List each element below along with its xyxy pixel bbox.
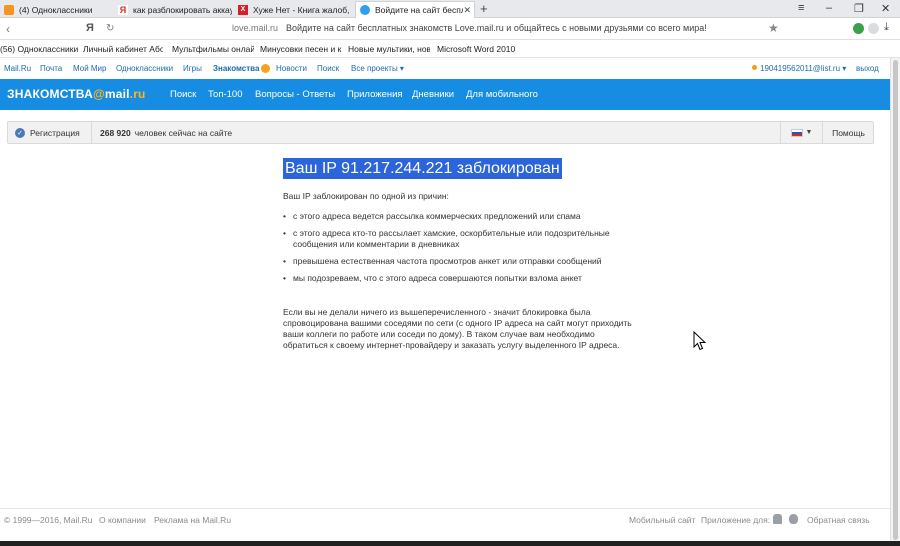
new-tab-button[interactable]: + xyxy=(480,1,488,16)
page-scrollbar[interactable] xyxy=(890,58,900,546)
site-logo[interactable]: ЗНАКОМСТВА@mail.ru xyxy=(7,87,146,101)
tab-title: как разблокировать аккаунт xyxy=(133,4,232,15)
x-red-icon: X xyxy=(238,4,248,15)
registration-button[interactable]: ✓ Регистрация xyxy=(8,122,92,143)
mouse-cursor-icon xyxy=(693,331,707,351)
menu-apps[interactable]: Приложения xyxy=(347,89,403,100)
browser-window: (4) Одноклассники Я как разблокировать а… xyxy=(0,0,900,546)
online-text: человек сейчас на сайте xyxy=(134,128,233,138)
nav-my-world[interactable]: Мой Мир xyxy=(73,64,106,73)
nav-news[interactable]: Новости xyxy=(276,64,307,73)
menu-search[interactable]: Поиск xyxy=(170,89,196,100)
bookmark-item[interactable]: Минусовки песен и к xyxy=(260,44,342,54)
explanation-paragraph: Если вы не делали ничего из вышеперечисл… xyxy=(283,307,632,350)
mailru-portal-nav: Mail.Ru Почта Мой Мир Одноклассники Игры… xyxy=(0,60,890,77)
bookmark-item[interactable]: Мультфильмы онлайн xyxy=(172,44,254,54)
logo-domain: .ru xyxy=(129,87,146,101)
apple-icon[interactable] xyxy=(789,514,798,525)
tab-huzhe-net[interactable]: X Хуже Нет - Книга жалоб, Отзы xyxy=(234,1,352,18)
bookmark-item[interactable]: Новые мультики, нов xyxy=(348,44,430,54)
url-host: love.mail.ru xyxy=(232,23,279,33)
nav-search[interactable]: Поиск xyxy=(317,64,339,73)
back-icon[interactable]: ‹ xyxy=(6,22,10,36)
android-icon[interactable] xyxy=(773,514,782,525)
tab-title: Войдите на сайт бесплатных з xyxy=(375,5,463,15)
user-account[interactable]: 190419562011@list.ru ▾ xyxy=(752,64,846,73)
mailru-icon xyxy=(360,5,370,15)
language-selector[interactable]: ▼ xyxy=(780,122,822,143)
logo-at: @ xyxy=(92,87,105,101)
download-icon[interactable]: ⤓ xyxy=(884,21,889,34)
logo-text: ЗНАКОМСТВА xyxy=(7,87,93,101)
menu-diaries[interactable]: Дневники xyxy=(412,89,454,100)
feedback-link[interactable]: Обратная связь xyxy=(807,515,870,525)
menu-icon[interactable]: ≡ xyxy=(798,2,804,14)
logout-link[interactable]: выход xyxy=(856,64,879,73)
checkmark-icon: ✓ xyxy=(15,127,25,138)
yandex-icon: Я xyxy=(118,4,128,15)
minimize-icon[interactable]: – xyxy=(826,2,832,14)
list-item: мы подозреваем, что с этого адреса совер… xyxy=(283,273,643,284)
status-dot-icon xyxy=(752,65,757,70)
reload-icon[interactable]: ↻ xyxy=(106,23,114,34)
ok-icon xyxy=(4,4,14,15)
blocked-message: Ваш IP 91.217.244.221 заблокирован Ваш I… xyxy=(283,158,643,351)
list-item: с этого адреса ведется рассылка коммерче… xyxy=(283,211,643,222)
help-button[interactable]: Помощь xyxy=(822,122,874,143)
russian-flag-icon xyxy=(790,128,803,137)
scrollbar-thumb[interactable] xyxy=(893,60,898,540)
close-tab-icon[interactable]: ✕ xyxy=(463,5,471,16)
online-counter: 268 920 человек сейчас на сайте xyxy=(100,128,232,138)
url-page-title: Войдите на сайт бесплатных знакомств Lov… xyxy=(286,23,707,33)
nav-all-projects[interactable]: Все проекты ▾ xyxy=(351,64,404,73)
close-window-icon[interactable]: ✕ xyxy=(881,2,890,15)
logo-mail: mail xyxy=(104,87,130,101)
menu-top100[interactable]: Топ-100 xyxy=(208,89,243,100)
status-bar: ✓ Регистрация 268 920 человек сейчас на с… xyxy=(7,121,874,144)
list-item: превышена естественная частота просмотро… xyxy=(283,256,643,267)
online-count: 268 920 xyxy=(100,128,131,138)
tab-title: (4) Одноклассники xyxy=(19,4,93,15)
user-email: 190419562011@list.ru ▾ xyxy=(760,64,847,73)
shield-icon[interactable] xyxy=(868,23,879,34)
registration-label: Регистрация xyxy=(30,127,80,138)
reasons-list: с этого адреса ведется рассылка коммерче… xyxy=(283,211,643,284)
tab-odnoklassniki[interactable]: (4) Одноклассники xyxy=(0,1,112,18)
notification-badge xyxy=(261,64,271,73)
apps-label: Приложение для: xyxy=(701,515,771,525)
bookmark-item[interactable]: Личный кабинет Або xyxy=(83,44,163,54)
tab-yandex-search[interactable]: Я как разблокировать аккаунт xyxy=(114,1,232,18)
ads-link[interactable]: Реклама на Mail.Ru xyxy=(154,515,231,525)
mobile-site-link[interactable]: Мобильный сайт xyxy=(629,515,695,525)
url-field[interactable]: love.mail.ru Войдите на сайт бесплатных з… xyxy=(232,23,707,33)
copyright: © 1999—2016, Mail.Ru xyxy=(4,515,93,525)
taskbar-edge xyxy=(0,541,900,546)
nav-mail[interactable]: Почта xyxy=(40,64,62,73)
bookmark-item[interactable]: Microsoft Word 2010 xyxy=(437,44,521,54)
nav-dating-label: Знакомства xyxy=(213,64,260,73)
chevron-down-icon: ▼ xyxy=(805,129,813,136)
site-header: ЗНАКОМСТВА@mail.ru Поиск Топ-100 Вопросы… xyxy=(0,79,890,110)
maximize-icon[interactable]: ❐ xyxy=(854,2,864,15)
nav-mailru[interactable]: Mail.Ru xyxy=(4,64,31,73)
menu-qa[interactable]: Вопросы - Ответы xyxy=(255,89,335,100)
menu-mobile[interactable]: Для мобильного xyxy=(466,89,538,100)
yandex-logo-icon[interactable]: Я xyxy=(86,22,94,34)
page-footer: © 1999—2016, Mail.Ru О компании Реклама … xyxy=(0,508,890,530)
tab-love-mailru[interactable]: Войдите на сайт бесплатных з ✕ xyxy=(355,1,475,18)
bookmark-star-icon[interactable]: ★ xyxy=(768,21,779,35)
bookmark-item[interactable]: (56) Одноклассники xyxy=(0,44,80,54)
tab-title: Хуже Нет - Книга жалоб, Отзы xyxy=(253,4,352,15)
list-item: с этого адреса кто-то рассылает хамские,… xyxy=(283,228,643,250)
tab-strip: (4) Одноклассники Я как разблокировать а… xyxy=(0,0,900,18)
page-title: Ваш IP 91.217.244.221 заблокирован xyxy=(283,158,562,179)
nav-games[interactable]: Игры xyxy=(183,64,202,73)
nav-dating[interactable]: Знакомства xyxy=(213,64,271,73)
extension-green-icon[interactable] xyxy=(853,23,864,34)
nav-odnoklassniki[interactable]: Одноклассники xyxy=(116,64,173,73)
address-bar: ‹ Я ↻ love.mail.ru Войдите на сайт беспла… xyxy=(0,18,900,40)
bookmarks-bar: (56) Одноклассники Личный кабинет Або Му… xyxy=(0,41,900,58)
about-link[interactable]: О компании xyxy=(99,515,146,525)
reasons-intro: Ваш IP заблокирован по одной из причин: xyxy=(283,191,449,201)
